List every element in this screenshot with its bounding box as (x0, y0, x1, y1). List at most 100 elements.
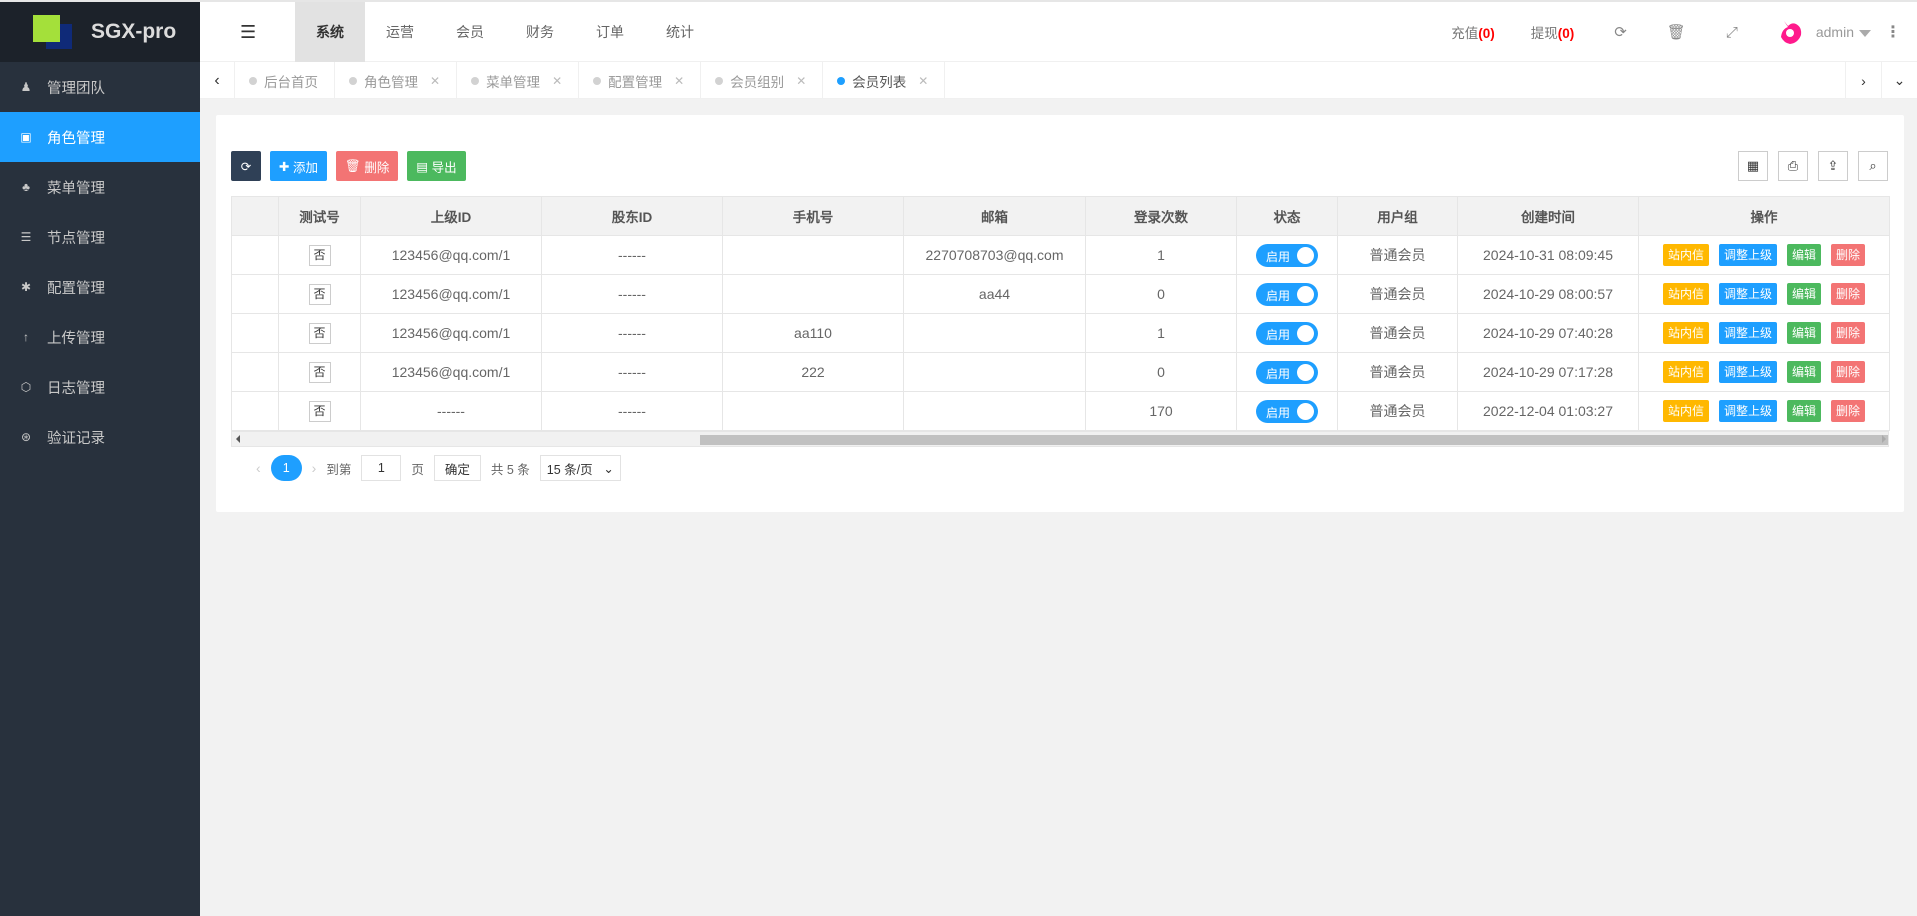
test-toggle[interactable]: 否 (308, 283, 331, 305)
avatar[interactable] (1776, 17, 1806, 47)
sidebar-toggle-icon[interactable]: ☰ (240, 22, 256, 43)
sidebar-item-0[interactable]: ♟ 管理团队 (0, 62, 200, 112)
print-icon[interactable]: ⎙ (1778, 151, 1808, 181)
delete-row-button[interactable]: 删除 (1831, 322, 1866, 344)
tab-0[interactable]: 后台首页 (235, 62, 335, 99)
refresh-icon[interactable]: ⟳ (1614, 23, 1627, 41)
message-button[interactable]: 站内信 (1662, 283, 1709, 305)
columns-icon[interactable]: ▦ (1738, 151, 1768, 181)
change-parent-button[interactable]: 调整上级 (1718, 283, 1777, 305)
export-button[interactable]: ▤ 导出 (407, 151, 466, 181)
tab-4[interactable]: 会员组别 ✕ (701, 62, 824, 99)
sidebar-item-7[interactable]: ⊛ 验证记录 (0, 412, 200, 462)
top-menu-item-0[interactable]: 系统 (295, 2, 365, 62)
status-switch[interactable]: 启用 (1256, 243, 1318, 267)
edit-button[interactable]: 编辑 (1787, 322, 1822, 344)
test-toggle[interactable]: 否 (308, 361, 331, 383)
scrollbar-thumb[interactable] (700, 435, 1888, 445)
top-menu-item-5[interactable]: 统计 (645, 2, 715, 62)
close-icon[interactable]: ✕ (796, 74, 806, 88)
test-toggle[interactable]: 否 (308, 244, 331, 266)
sidebar-item-6[interactable]: ⬡ 日志管理 (0, 362, 200, 412)
withdraw-link[interactable]: 提现(0) (1531, 22, 1575, 42)
edit-button[interactable]: 编辑 (1787, 361, 1822, 383)
test-cell: 否 (278, 313, 361, 353)
more-icon[interactable]: ⋮ (1885, 22, 1901, 42)
app-name: SGX-pro (91, 20, 177, 43)
sidebar-item-1[interactable]: ▣ 角色管理 (0, 112, 200, 162)
change-parent-button[interactable]: 调整上级 (1718, 361, 1777, 383)
per-page-select[interactable]: 15 条/页 ⌄ (539, 455, 621, 481)
add-button[interactable]: ✚ 添加 (270, 151, 327, 181)
export-icon[interactable]: ⇪ (1818, 151, 1848, 181)
trash-icon[interactable]: 🗑 (1667, 23, 1686, 41)
delete-row-button[interactable]: 删除 (1831, 400, 1866, 422)
edit-button[interactable]: 编辑 (1787, 244, 1822, 266)
tabs-next-button[interactable]: › (1845, 62, 1881, 99)
table-row: 否 123456@qq.com/1 ------ aa110 1 启用 普通会员 2024-1… (231, 313, 1890, 353)
logins-cell: 170 (1085, 391, 1237, 431)
delete-row-button[interactable]: 删除 (1831, 244, 1866, 266)
status-switch[interactable]: 启用 (1256, 399, 1318, 423)
status-switch[interactable]: 启用 (1256, 321, 1318, 345)
message-button[interactable]: 站内信 (1662, 400, 1709, 422)
actions-cell: 站内信 调整上级 编辑 删除 (1638, 313, 1890, 353)
close-icon[interactable]: ✕ (552, 74, 562, 88)
row-select-cell[interactable] (231, 274, 279, 314)
tabs-menu-button[interactable]: ⌄ (1881, 62, 1917, 99)
delete-button[interactable]: 🗑 删除 (335, 151, 399, 181)
arrow-up-icon: ↑ (23, 330, 29, 344)
close-icon[interactable]: ✕ (674, 74, 684, 88)
message-button[interactable]: 站内信 (1662, 361, 1709, 383)
sidebar-item-4[interactable]: ✱ 配置管理 (0, 262, 200, 312)
row-select-cell[interactable] (231, 235, 279, 275)
top-menu-item-2[interactable]: 会员 (435, 2, 505, 62)
top-menu-item-4[interactable]: 订单 (575, 2, 645, 62)
sidebar-item-3[interactable]: ☰ 节点管理 (0, 212, 200, 262)
column-header: 手机号 (722, 196, 904, 236)
tabs-prev-button[interactable]: ‹ (200, 62, 235, 99)
tab-1[interactable]: 角色管理 ✕ (335, 62, 458, 99)
horizontal-scrollbar[interactable] (231, 431, 1889, 447)
change-parent-button[interactable]: 调整上级 (1718, 322, 1777, 344)
prev-page-icon[interactable]: ‹ (256, 460, 261, 476)
row-select-cell[interactable] (231, 313, 279, 353)
recharge-link[interactable]: 充值(0) (1451, 22, 1495, 42)
change-parent-button[interactable]: 调整上级 (1718, 400, 1777, 422)
next-page-icon[interactable]: › (312, 460, 317, 476)
fullscreen-icon[interactable]: ⤢ (1726, 24, 1738, 41)
tab-5[interactable]: 会员列表 ✕ (823, 62, 946, 99)
row-select-cell[interactable] (231, 391, 279, 431)
tab-label: 会员组别 (730, 74, 785, 90)
close-icon[interactable]: ✕ (918, 74, 928, 88)
delete-row-button[interactable]: 删除 (1831, 283, 1866, 305)
test-toggle[interactable]: 否 (308, 322, 331, 344)
goto-page-input[interactable]: 1 (361, 455, 402, 481)
refresh-button[interactable]: ⟳ (231, 151, 261, 181)
message-button[interactable]: 站内信 (1662, 322, 1709, 344)
user-menu[interactable]: admin (1816, 24, 1871, 40)
codepen-icon: ⊛ (20, 430, 32, 444)
sidebar-item-2[interactable]: ♣ 菜单管理 (0, 162, 200, 212)
tab-3[interactable]: 配置管理 ✕ (579, 62, 702, 99)
change-parent-button[interactable]: 调整上级 (1718, 244, 1777, 266)
delete-row-button[interactable]: 删除 (1831, 361, 1866, 383)
tab-2[interactable]: 菜单管理 ✕ (457, 62, 580, 99)
message-button[interactable]: 站内信 (1662, 244, 1709, 266)
edit-button[interactable]: 编辑 (1787, 400, 1822, 422)
search-icon[interactable]: ⌕ (1858, 151, 1888, 181)
edit-button[interactable]: 编辑 (1787, 283, 1822, 305)
top-menu-item-3[interactable]: 财务 (505, 2, 575, 62)
status-label: 启用 (1266, 366, 1291, 381)
tab-dot-icon (837, 76, 846, 85)
status-switch[interactable]: 启用 (1256, 360, 1318, 384)
top-menu-item-1[interactable]: 运营 (365, 2, 435, 62)
email-cell: aa44 (903, 274, 1086, 314)
page-1-button[interactable]: 1 (270, 455, 302, 481)
close-icon[interactable]: ✕ (430, 74, 440, 88)
status-switch[interactable]: 启用 (1256, 282, 1318, 306)
row-select-cell[interactable] (231, 352, 279, 392)
goto-confirm-button[interactable]: 确定 (433, 455, 481, 481)
sidebar-item-5[interactable]: ↑ 上传管理 (0, 312, 200, 362)
test-toggle[interactable]: 否 (308, 400, 331, 422)
